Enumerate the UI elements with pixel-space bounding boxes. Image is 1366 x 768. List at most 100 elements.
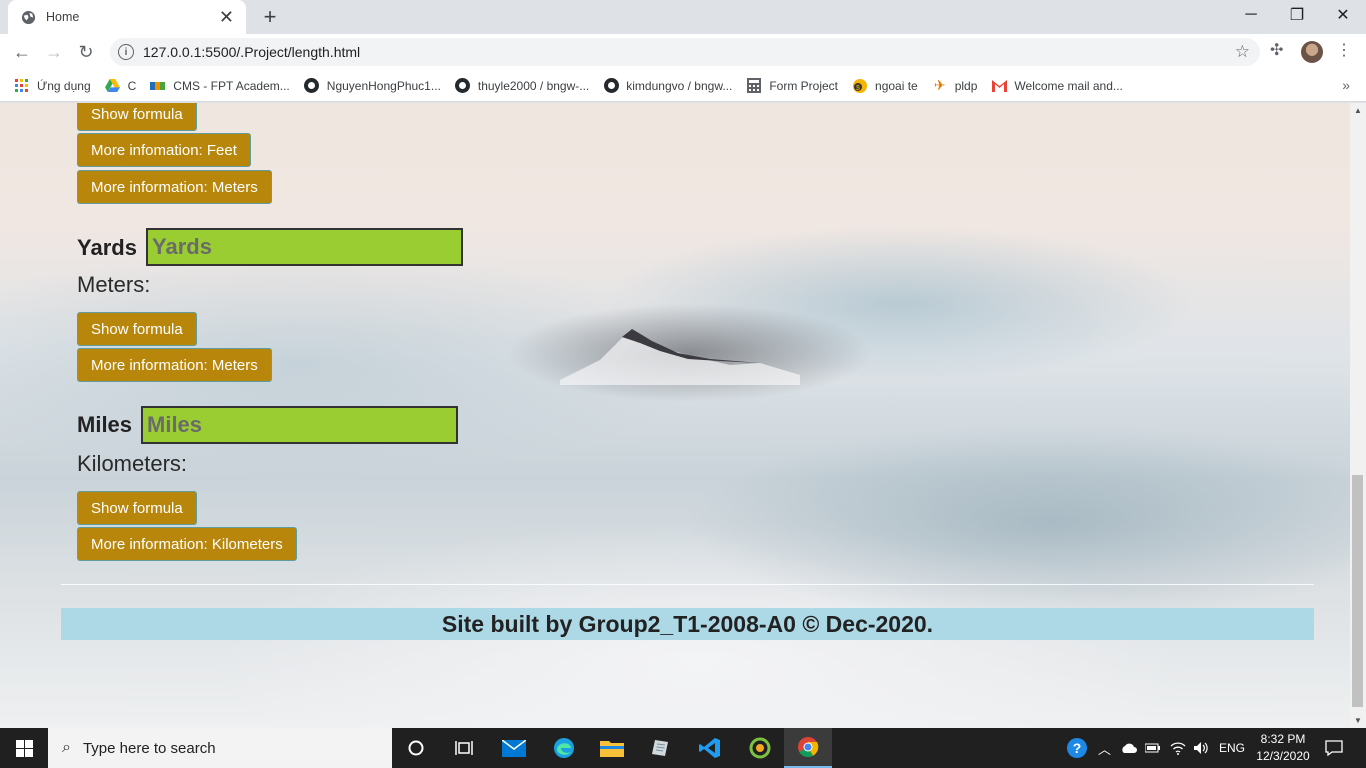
bookmark-github-3[interactable]: kimdungvo / bngw...	[603, 78, 732, 94]
close-window-button[interactable]: ✕	[1320, 0, 1366, 30]
browser-toolbar: ← → ↻ i 127.0.0.1:5500/.Project/length.h…	[0, 34, 1366, 70]
bookmark-cms[interactable]: CMS - FPT Academ...	[150, 78, 290, 94]
bookmark-label: kimdungvo / bngw...	[626, 78, 733, 93]
notifications-icon[interactable]	[1325, 728, 1343, 768]
google-drive-icon	[105, 78, 121, 94]
tray-expand-icon[interactable]: ︿	[1098, 728, 1111, 768]
bookmark-label: CMS - FPT Academ...	[173, 78, 290, 93]
notes-app-icon[interactable]	[636, 728, 684, 768]
page-scrollbar[interactable]: ▲ ▼	[1350, 103, 1366, 728]
tab-home[interactable]: Home ✕	[8, 0, 246, 34]
bookmark-label: Welcome mail and...	[1014, 78, 1123, 93]
yards-input[interactable]: Yards	[146, 228, 463, 266]
volume-icon[interactable]	[1193, 728, 1209, 768]
mountain-peak-image	[560, 329, 800, 385]
bookmark-ngoai-te[interactable]: $ ngoai te	[852, 78, 918, 94]
tab-strip: Home ✕ + ─ ❐ ✕	[0, 0, 1366, 34]
page-viewport: Show formula More infomation: Feet More …	[0, 103, 1350, 728]
task-view-icon[interactable]	[440, 728, 488, 768]
miles-more-info-button[interactable]: More information: Kilometers	[77, 527, 297, 561]
show-formula-button[interactable]: Show formula	[77, 103, 197, 131]
divider	[61, 584, 1314, 585]
taskbar-search[interactable]: ⌕ Type here to search	[48, 728, 392, 768]
scrollbar-thumb[interactable]	[1352, 475, 1363, 707]
bookmarks-bar: Ứng dụng C CMS - FPT Academ... NguyenHon…	[0, 70, 1366, 102]
windows-taskbar: ⌕ Type here to search ? ︿ ENG 8:32 PM 12…	[0, 728, 1366, 768]
chrome-icon[interactable]	[784, 728, 832, 768]
fpt-icon	[150, 78, 166, 94]
scroll-down-icon[interactable]: ▼	[1354, 716, 1362, 725]
info-icon[interactable]: i	[118, 44, 134, 60]
address-bar[interactable]: i 127.0.0.1:5500/.Project/length.html ☆	[110, 38, 1260, 66]
meters-result-label: Meters:	[77, 272, 151, 297]
url-text[interactable]: 127.0.0.1:5500/.Project/length.html	[143, 44, 1235, 60]
system-clock[interactable]: 8:32 PM 12/3/2020	[1248, 731, 1318, 765]
wifi-icon[interactable]	[1170, 728, 1186, 768]
extensions-icon[interactable]: ✣	[1270, 40, 1283, 60]
yards-show-formula-button[interactable]: Show formula	[77, 312, 197, 346]
back-button[interactable]: ←	[10, 40, 34, 64]
miles-show-formula-button[interactable]: Show formula	[77, 491, 197, 525]
miles-label: Miles	[77, 412, 133, 437]
start-button[interactable]	[0, 728, 48, 768]
clock-time: 8:32 PM	[1260, 732, 1306, 746]
clock-date: 12/3/2020	[1256, 749, 1310, 763]
tab-title: Home	[46, 10, 80, 24]
bookmark-label: thuyle2000 / bngw-...	[477, 78, 590, 93]
help-icon[interactable]: ?	[1066, 728, 1088, 768]
cortana-icon[interactable]	[392, 728, 440, 768]
currency-icon: $	[852, 78, 868, 94]
edge-icon[interactable]	[540, 728, 588, 768]
close-tab-icon[interactable]: ✕	[219, 8, 234, 26]
search-icon: ⌕	[62, 739, 71, 756]
more-info-feet-button[interactable]: More infomation: Feet	[77, 133, 251, 167]
vscode-icon[interactable]	[686, 728, 734, 768]
bookmark-drive[interactable]: C	[105, 78, 137, 94]
search-placeholder: Type here to search	[82, 739, 216, 757]
reload-button[interactable]: ↻	[74, 40, 98, 64]
apps-grid-icon	[14, 78, 30, 94]
kilometers-result-label: Kilometers:	[77, 451, 188, 476]
footer-text: Site built by Group2_T1-2008-A0 © Dec-20…	[441, 610, 934, 637]
forward-button[interactable]: →	[42, 40, 66, 64]
battery-icon[interactable]	[1145, 728, 1161, 768]
bookmark-pldp[interactable]: ✈ pldp	[932, 77, 978, 94]
bookmarks-overflow-icon[interactable]: »	[1342, 77, 1350, 93]
github-icon	[304, 78, 320, 94]
bookmark-github-1[interactable]: NguyenHongPhuc1...	[304, 78, 441, 94]
github-icon	[455, 78, 471, 94]
new-tab-button[interactable]: +	[258, 4, 282, 29]
star-icon[interactable]: ☆	[1235, 42, 1250, 62]
gmail-icon	[991, 78, 1007, 94]
file-explorer-icon[interactable]	[588, 728, 636, 768]
bookmark-label: NguyenHongPhuc1...	[326, 78, 441, 93]
restore-button[interactable]: ❐	[1274, 0, 1320, 30]
more-info-meters-button[interactable]: More information: Meters	[77, 170, 272, 204]
bookmark-label: Ứng dụng	[37, 78, 91, 93]
bookmark-github-2[interactable]: thuyle2000 / bngw-...	[455, 78, 589, 94]
minimize-button[interactable]: ─	[1228, 0, 1274, 30]
yards-label: Yards	[77, 235, 137, 260]
bookmark-label: C	[127, 78, 137, 93]
avatar[interactable]	[1301, 41, 1323, 63]
svg-text:?: ?	[1073, 740, 1082, 756]
bookmark-apps[interactable]: Ứng dụng	[14, 78, 91, 94]
github-icon	[603, 78, 619, 94]
bookmark-gmail[interactable]: Welcome mail and...	[991, 78, 1123, 94]
bookmark-form-project[interactable]: Form Project	[746, 78, 838, 94]
bookmark-label: Form Project	[769, 78, 839, 93]
scroll-up-icon[interactable]: ▲	[1354, 106, 1362, 115]
bookmark-label: pldp	[954, 78, 978, 93]
globe-icon	[20, 9, 36, 25]
airplane-icon: ✈	[933, 77, 946, 93]
yards-more-info-button[interactable]: More information: Meters	[77, 348, 272, 382]
mail-app-icon[interactable]	[490, 728, 538, 768]
onedrive-icon[interactable]	[1120, 728, 1138, 768]
calculator-icon	[746, 78, 762, 94]
language-indicator[interactable]: ENG	[1219, 728, 1245, 768]
windows-logo-icon	[15, 739, 33, 757]
site-footer: Site built by Group2_T1-2008-A0 © Dec-20…	[61, 608, 1314, 640]
miles-input[interactable]: Miles	[141, 406, 458, 444]
app-icon-green[interactable]	[736, 728, 784, 768]
menu-icon[interactable]: ⋮	[1336, 40, 1352, 60]
